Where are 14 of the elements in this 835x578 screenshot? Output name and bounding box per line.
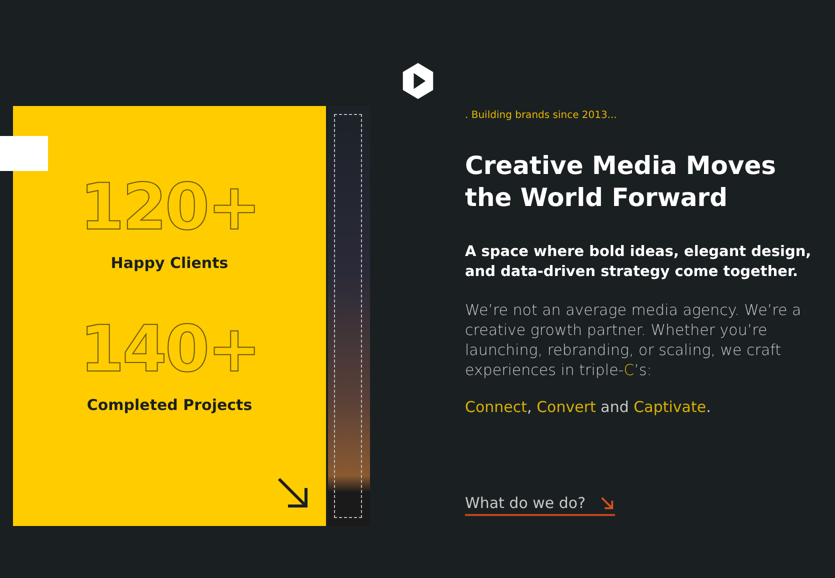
stat-number: 140+ — [80, 316, 260, 384]
subheadline: A space where bold ideas, elegant design, and data-driven strategy come together. — [465, 243, 812, 282]
arrow-down-right-icon — [276, 476, 310, 510]
tagline: . Building brands since 2013... — [465, 110, 618, 121]
stat-label: Happy Clients — [110, 254, 228, 272]
play-logo-icon — [400, 62, 434, 100]
arrow-down-right-icon — [600, 496, 615, 510]
intro-paragraph: We’re not an average media agency. We’re a creative growth partner. Whether you’re launching, rebranding, or scaling, we craft experiences in triple-C’s: — [465, 300, 802, 380]
stat-number: 120+ — [80, 174, 260, 242]
headline: Creative Media Moves the World Forward — [465, 150, 778, 214]
pillars-text: Connect, Convert and Captivate. — [465, 398, 712, 416]
stat-label: Completed Projects — [86, 396, 252, 414]
square-decoration — [0, 136, 48, 171]
what-we-do-link[interactable]: What do we do? — [465, 494, 615, 516]
